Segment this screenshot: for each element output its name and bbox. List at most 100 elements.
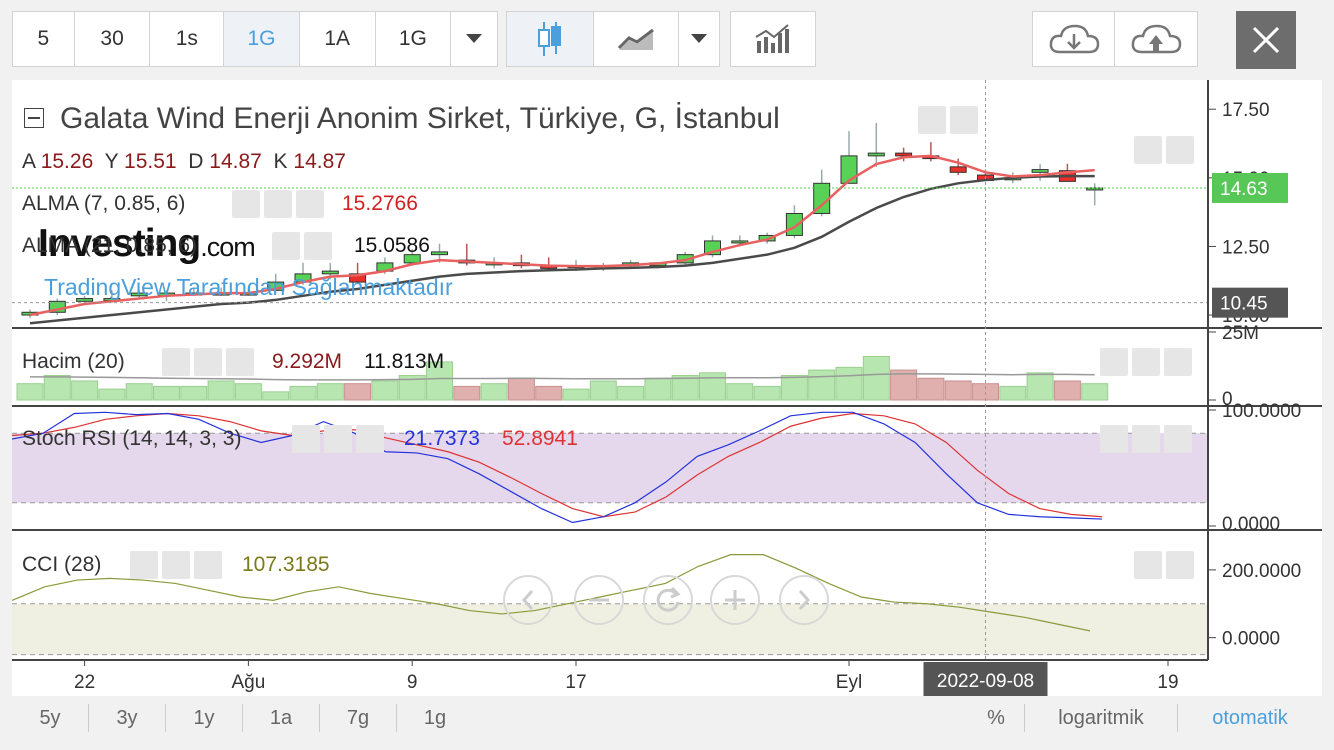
legend-collapse-button[interactable] xyxy=(24,108,44,128)
indicators-button[interactable] xyxy=(731,12,815,66)
eye-icon[interactable] xyxy=(918,106,946,134)
candle-body xyxy=(867,152,885,157)
gear-icon[interactable] xyxy=(304,232,332,260)
eye-icon[interactable] xyxy=(130,551,158,579)
stoch-tick-label: 100.0000 xyxy=(1222,401,1301,422)
gear-icon[interactable] xyxy=(324,425,352,453)
stoch-pane-controls xyxy=(1100,425,1192,453)
gear-icon[interactable] xyxy=(162,551,190,579)
arrow-down-icon[interactable] xyxy=(1132,348,1160,376)
interval-1g-selected[interactable]: 1G xyxy=(224,12,300,66)
eye-icon[interactable] xyxy=(292,425,320,453)
interval-1s[interactable]: 1s xyxy=(150,12,225,66)
chevron-down-icon xyxy=(466,34,483,43)
crosshair-price-label: 10.45 xyxy=(1220,294,1268,315)
volume-bar xyxy=(453,385,481,401)
candle-body xyxy=(431,251,448,256)
investing-brand-suffix: .com xyxy=(200,232,256,262)
log-scale-toggle[interactable]: logaritmik xyxy=(1025,698,1177,738)
price-pane-controls xyxy=(1134,136,1194,164)
indicators-icon xyxy=(755,24,789,53)
cloud-load-button[interactable] xyxy=(1033,12,1115,66)
time-tick-label: Eyl xyxy=(836,672,862,693)
volume-tick-label: 25M xyxy=(1222,323,1259,344)
candlestick-chart-button[interactable] xyxy=(507,12,595,66)
range-1a[interactable]: 1a xyxy=(243,698,319,738)
maximize-icon[interactable] xyxy=(1166,136,1194,164)
arrow-down-icon[interactable] xyxy=(1134,136,1162,164)
candle-body xyxy=(949,166,967,173)
close-icon[interactable] xyxy=(356,425,384,453)
arrow-up-icon[interactable] xyxy=(1100,348,1128,376)
volume-bar xyxy=(671,375,699,401)
scroll-right-button[interactable] xyxy=(779,575,829,625)
interval-1a[interactable]: 1A xyxy=(300,12,376,66)
eye-icon[interactable] xyxy=(272,232,300,260)
interval-1g[interactable]: 1G xyxy=(376,12,452,66)
ohlc-close-key: K xyxy=(273,150,288,173)
interval-5[interactable]: 5 xyxy=(13,12,75,66)
range-1g[interactable]: 1g xyxy=(397,698,473,738)
stoch-rsi-label: Stoch RSI (14, 14, 3, 3) xyxy=(22,427,242,450)
interval-30[interactable]: 30 xyxy=(75,12,151,66)
time-tick-label: 22 xyxy=(74,672,95,693)
cloud-save-button[interactable] xyxy=(1115,12,1197,66)
tradingview-credit[interactable]: TradingView Tarafından Sağlanmaktadır xyxy=(44,274,453,301)
percent-scale-toggle[interactable]: % xyxy=(968,698,1024,738)
candle-body xyxy=(895,152,913,157)
volume-bar xyxy=(16,383,44,401)
ohlc-high-key: Y xyxy=(104,150,119,173)
volume-bar xyxy=(180,385,208,401)
auto-scale-toggle[interactable]: otomatik xyxy=(1178,698,1322,738)
range-1y[interactable]: 1y xyxy=(166,698,242,738)
cloud-toolbar xyxy=(1032,11,1198,67)
reset-button[interactable] xyxy=(643,575,693,625)
chart-type-dropdown-button[interactable] xyxy=(679,12,719,66)
alma-slow-controls xyxy=(272,232,332,260)
gear-icon[interactable] xyxy=(264,190,292,218)
range-3y[interactable]: 3y xyxy=(89,698,165,738)
close-icon[interactable] xyxy=(194,551,222,579)
alma-fast-value: 15.2766 xyxy=(342,192,418,215)
candlestick-icon xyxy=(538,22,562,56)
maximize-icon[interactable] xyxy=(1164,348,1192,376)
volume-value-2: 11.813M xyxy=(364,350,445,373)
close-icon[interactable] xyxy=(226,348,254,376)
ohlc-low-value: 14.87 xyxy=(209,150,262,173)
alma-slow-value: 15.0586 xyxy=(354,234,430,257)
volume-bar xyxy=(808,369,836,401)
volume-bar xyxy=(43,375,71,401)
close-button[interactable] xyxy=(1236,11,1296,69)
time-tick-label: 9 xyxy=(407,672,418,693)
last-price-label: 14.63 xyxy=(1220,179,1268,200)
eye-icon[interactable] xyxy=(162,348,190,376)
gear-icon[interactable] xyxy=(194,348,222,376)
volume-label: Hacim (20) xyxy=(22,350,125,373)
maximize-icon[interactable] xyxy=(1164,425,1192,453)
cci-label: CCI (28) xyxy=(22,553,102,576)
range-5y[interactable]: 5y xyxy=(12,698,88,738)
arrow-up-icon[interactable] xyxy=(1100,425,1128,453)
volume-bar xyxy=(699,372,726,401)
alma-fast-label: ALMA (7, 0.85, 6) xyxy=(22,192,186,215)
cci-tick-label: 0.0000 xyxy=(1222,629,1280,650)
line-chart-icon xyxy=(618,28,655,50)
maximize-icon[interactable] xyxy=(1166,551,1194,579)
interval-dropdown-button[interactable] xyxy=(451,12,497,66)
arrow-down-icon[interactable] xyxy=(1132,425,1160,453)
volume-pane-controls xyxy=(1100,348,1192,376)
gear-icon[interactable] xyxy=(950,106,978,134)
title-controls xyxy=(918,106,978,134)
arrow-up-icon[interactable] xyxy=(1134,551,1162,579)
interval-toolbar: 5 30 1s 1G 1A 1G xyxy=(12,11,498,67)
eye-icon[interactable] xyxy=(232,190,260,218)
zoom-in-button[interactable] xyxy=(710,575,760,625)
volume-bar xyxy=(98,388,126,401)
zoom-out-button[interactable] xyxy=(574,575,624,625)
line-chart-button[interactable] xyxy=(594,12,680,66)
scroll-left-button[interactable] xyxy=(503,575,553,625)
range-7g[interactable]: 7g xyxy=(320,698,396,738)
ohlc-legend: A 15.26 Y 15.51 D 14.87 K 14.87 xyxy=(22,150,346,174)
volume-bar xyxy=(207,380,235,401)
close-icon[interactable] xyxy=(296,190,324,218)
